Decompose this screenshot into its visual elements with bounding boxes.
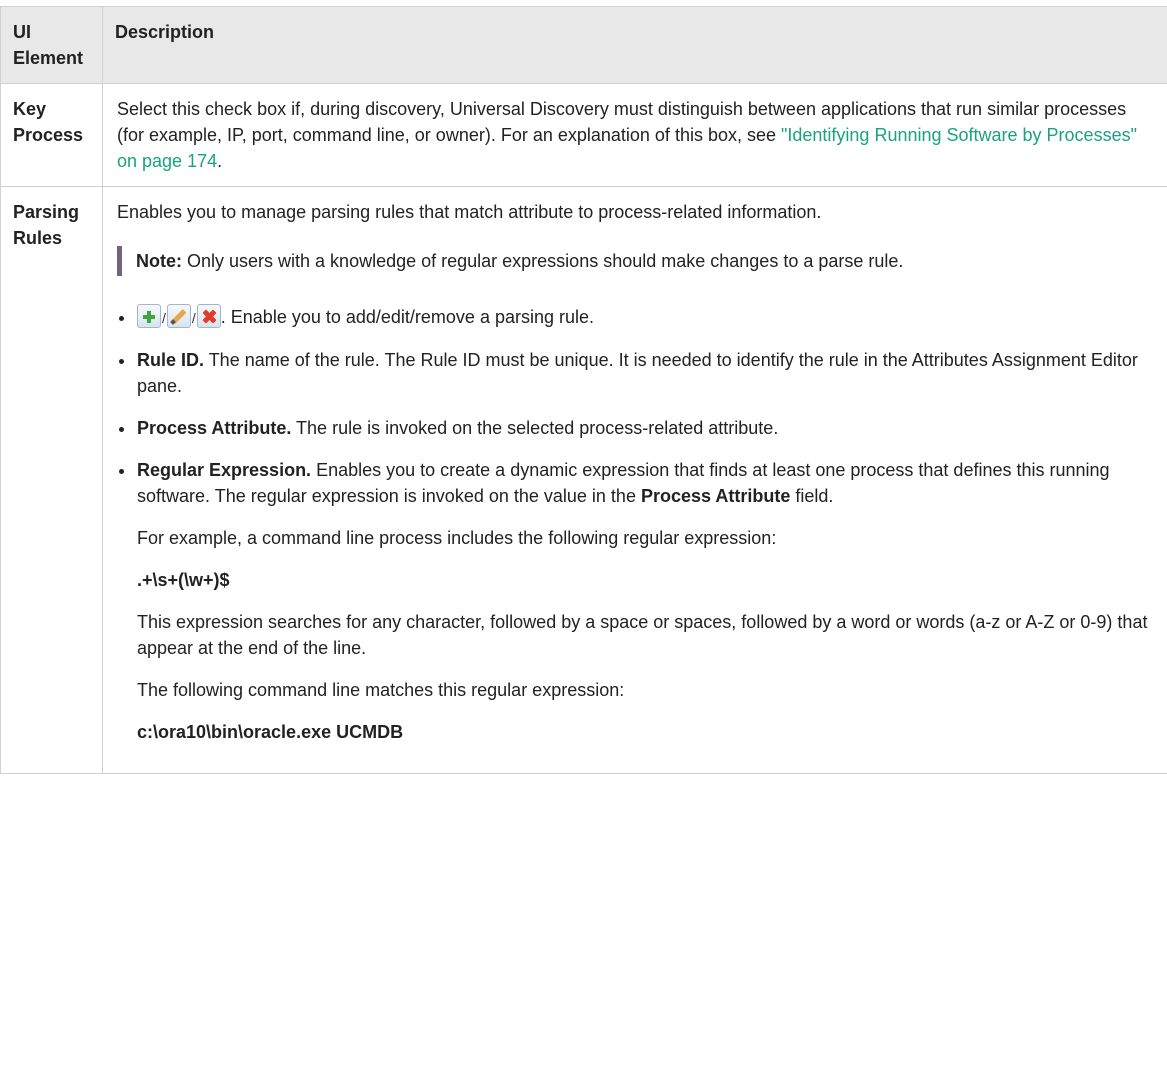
header-ui-element: UI Element	[0, 6, 103, 84]
list-item-regular-expression: Regular Expression. Enables you to creat…	[117, 457, 1153, 745]
match-example-text: c:\ora10\bin\oracle.exe UCMDB	[137, 722, 404, 742]
key-process-end: .	[217, 151, 223, 171]
ui-element-table: UI Element Description Key Process Selec…	[0, 6, 1167, 774]
key-process-description: Select this check box if, during discove…	[117, 96, 1153, 174]
parsing-rules-intro: Enables you to manage parsing rules that…	[117, 202, 822, 222]
process-attribute-label: Process Attribute.	[137, 418, 292, 438]
rule-id-label: Rule ID.	[137, 350, 205, 370]
process-attribute-text: The rule is invoked on the selected proc…	[291, 418, 779, 438]
table-row-key-process: Key Process Select this check box if, du…	[0, 83, 1167, 187]
icons-text: . Enable you to add/edit/remove a parsin…	[220, 307, 595, 327]
list-item-icons: / /. Enable you to add/edit/remove a pars…	[117, 304, 1153, 331]
table-header-row: UI Element Description	[0, 6, 1167, 84]
list-item-rule-id: Rule ID. The name of the rule. The Rule …	[117, 347, 1153, 399]
parsing-rules-list: / /. Enable you to add/edit/remove a pars…	[117, 304, 1153, 745]
example-intro: For example, a command line process incl…	[137, 528, 777, 548]
remove-icon[interactable]	[196, 304, 221, 328]
note-label: Note:	[136, 251, 182, 271]
list-item-process-attribute: Process Attribute. The rule is invoked o…	[117, 415, 1153, 441]
row-desc-parsing-rules: Enables you to manage parsing rules that…	[102, 186, 1167, 774]
note-text: Only users with a knowledge of regular e…	[182, 251, 904, 271]
table-row-parsing-rules: Parsing Rules Enables you to manage pars…	[0, 186, 1167, 774]
edit-icon[interactable]	[166, 304, 191, 328]
example-regex-text: .+\s+(\w+)$	[137, 570, 230, 590]
example-regex: .+\s+(\w+)$	[137, 567, 1153, 593]
regex-text-c: field.	[790, 486, 834, 506]
add-icon[interactable]	[137, 304, 161, 328]
header-description: Description	[102, 6, 1167, 84]
regex-label: Regular Expression.	[137, 460, 312, 480]
row-desc-key-process: Select this check box if, during discove…	[102, 83, 1167, 187]
regex-text-b: Process Attribute	[640, 486, 791, 506]
match-intro: The following command line matches this …	[137, 680, 625, 700]
example-explain: This expression searches for any charact…	[137, 612, 1148, 658]
rule-id-text: The name of the rule. The Rule ID must b…	[137, 350, 1138, 396]
match-example: c:\ora10\bin\oracle.exe UCMDB	[137, 719, 1153, 745]
note-block: Note: Only users with a knowledge of reg…	[117, 246, 1153, 276]
row-name-key-process: Key Process	[0, 83, 103, 187]
row-name-parsing-rules: Parsing Rules	[0, 186, 103, 774]
